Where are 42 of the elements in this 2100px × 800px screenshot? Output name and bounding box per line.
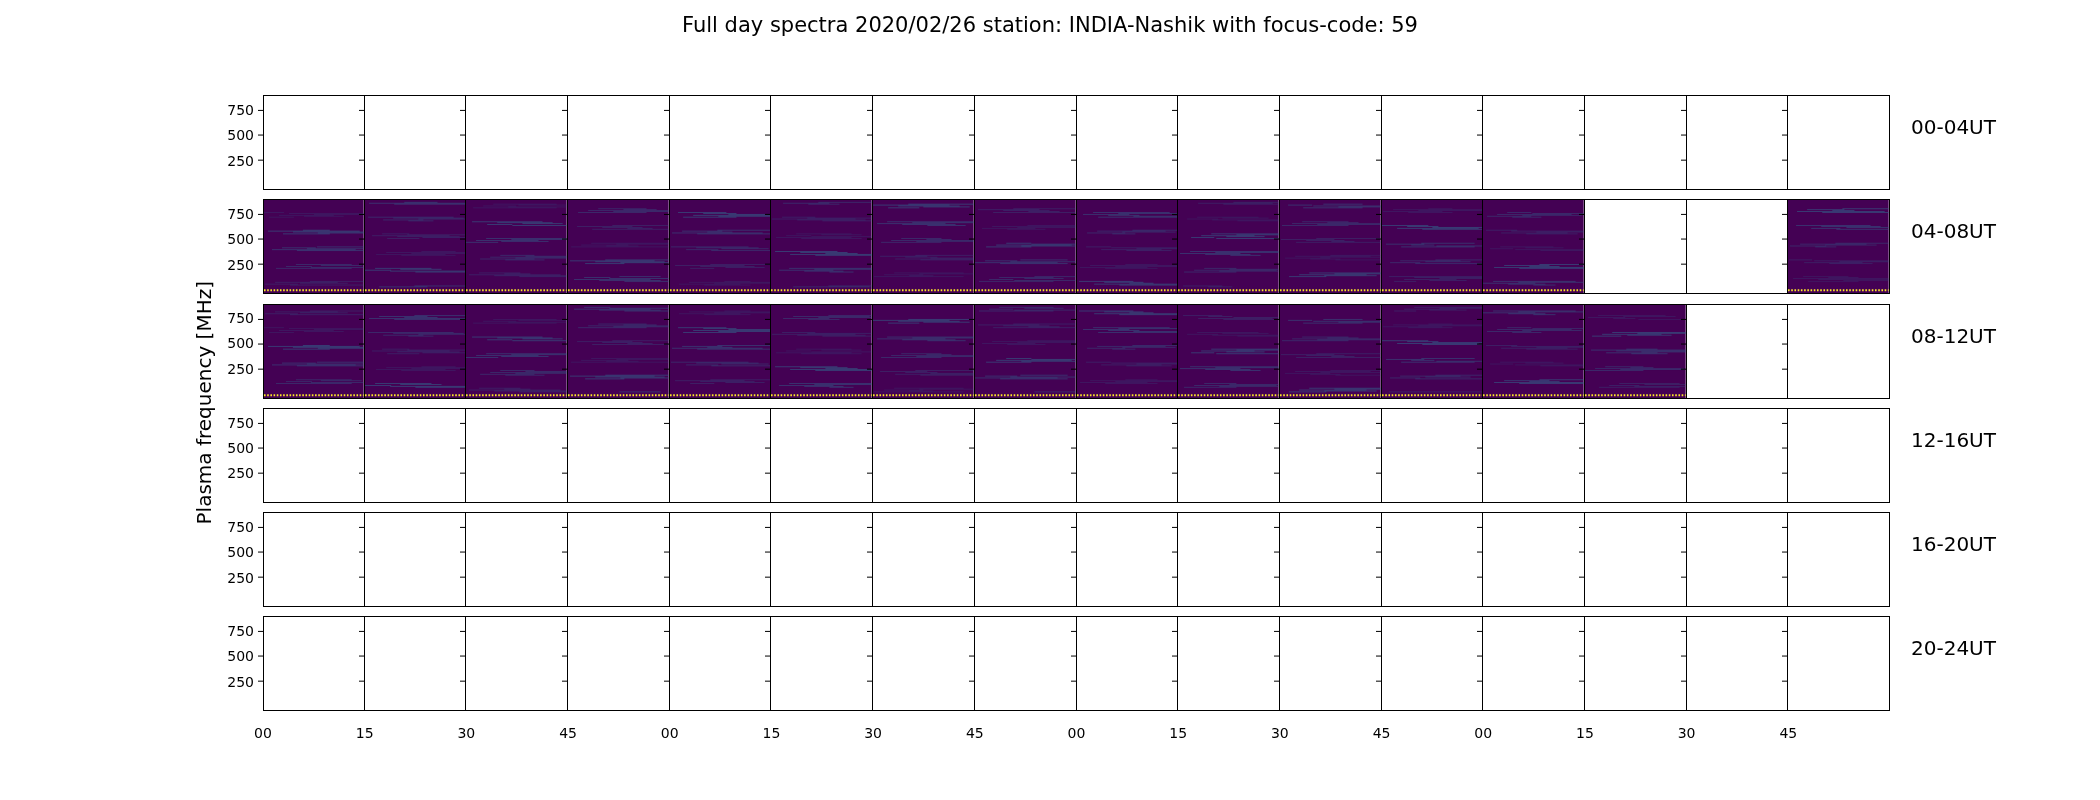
y-tick-label: 500 [227,335,254,352]
x-tick-label: 00 [660,724,679,741]
y-tick-label: 250 [227,674,254,691]
x-tick-label: 45 [965,724,984,741]
row-label: 20-24UT [1911,636,1996,661]
x-tick-label: 30 [1270,724,1289,741]
y-axis-label: Plasma frequency [MHz] [192,281,216,525]
row-label: 04-08UT [1911,219,1996,244]
y-tick-label: 750 [227,206,254,222]
x-tick-label: 15 [1169,724,1188,741]
y-tick-label: 750 [227,101,254,118]
x-tick-label: 00 [1474,724,1493,741]
x-tick-label: 15 [1576,724,1594,741]
y-tick-label: 250 [227,361,254,378]
x-tick-label: 30 [457,724,476,741]
y-tick-label: 250 [227,256,254,273]
x-tick-label: 00 [254,724,272,741]
y-tick-label: 500 [227,126,254,143]
x-tick-label: 15 [355,724,374,741]
x-tick-label: 45 [1372,724,1391,741]
y-tick-label: 750 [227,518,254,535]
y-tick-label: 500 [227,648,254,665]
figure-title: Full day spectra 2020/02/26 station: INDIA-Nashik with focus-code: 59 [681,12,1419,38]
x-tick-label: 00 [1067,724,1086,741]
y-tick-label: 500 [227,544,254,561]
y-tick-label: 750 [227,623,254,640]
x-tick-label: 30 [864,724,883,741]
y-tick-label: 750 [227,310,254,327]
y-tick-label: 750 [227,414,254,431]
y-tick-label: 500 [227,231,254,248]
x-tick-label: 30 [1677,724,1696,741]
y-tick-label: 250 [227,152,254,169]
row-label: 16-20UT [1911,532,1996,557]
y-tick-label: 500 [227,439,254,456]
x-tick-label: 45 [559,724,577,741]
y-tick-label: 250 [227,569,254,586]
row-label: 00-04UT [1911,115,1996,139]
x-tick-label: 45 [1779,724,1798,741]
y-tick-label: 250 [227,465,254,482]
x-tick-label: 15 [762,724,781,741]
row-label: 12-16UT [1911,427,1996,452]
row-label: 08-12UT [1911,323,1996,348]
